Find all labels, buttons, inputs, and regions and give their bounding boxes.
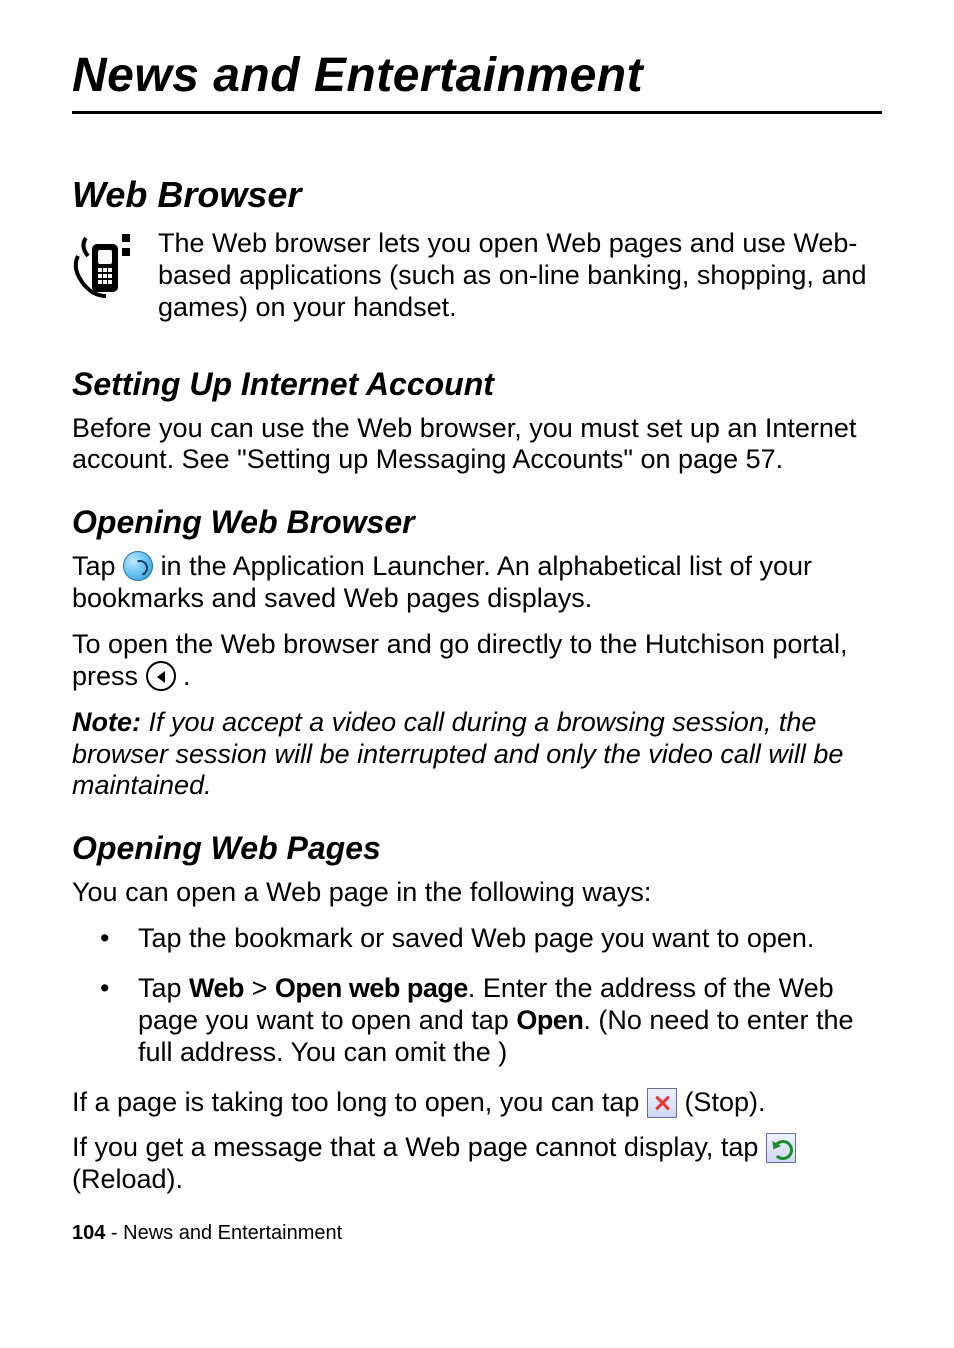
note-body: If you accept a video call during a brow… bbox=[72, 707, 843, 801]
text: . bbox=[183, 661, 191, 691]
opening-pages-reload: If you get a message that a Web page can… bbox=[72, 1132, 882, 1196]
shortcut-key-icon bbox=[146, 661, 176, 691]
page-number: 104 bbox=[72, 1222, 105, 1244]
heading-opening-pages: Opening Web Pages bbox=[72, 830, 882, 867]
opening-browser-p1: Tap in the Application Launcher. An alph… bbox=[72, 551, 882, 615]
menu-open-web-page-label: Open web page bbox=[275, 973, 468, 1003]
title-rule bbox=[72, 111, 882, 114]
text: ) bbox=[498, 1037, 507, 1067]
text: If a page is taking too long to open, yo… bbox=[72, 1087, 647, 1117]
opening-browser-p2: To open the Web browser and go directly … bbox=[72, 629, 882, 693]
reload-icon bbox=[766, 1133, 796, 1163]
opening-browser-note: Note: If you accept a video call during … bbox=[72, 707, 882, 803]
text: Tap bbox=[138, 973, 189, 1003]
heading-opening-browser: Opening Web Browser bbox=[72, 504, 882, 541]
list-item: Tap the bookmark or saved Web page you w… bbox=[132, 923, 882, 955]
opening-pages-list: Tap the bookmark or saved Web page you w… bbox=[72, 923, 882, 1068]
list-item: Tap Web > Open web page. Enter the addre… bbox=[132, 973, 882, 1069]
intro-row: The Web browser lets you open Web pages … bbox=[72, 222, 882, 338]
heading-web-browser: Web Browser bbox=[72, 174, 882, 216]
note-label: Note: bbox=[72, 707, 149, 737]
footer-chapter: News and Entertainment bbox=[123, 1222, 342, 1244]
setup-account-body: Before you can use the Web browser, you … bbox=[72, 413, 882, 477]
text: Tap bbox=[72, 551, 123, 581]
opening-pages-intro: You can open a Web page in the following… bbox=[72, 877, 882, 909]
text: Tap the bookmark or saved Web page you w… bbox=[138, 923, 814, 953]
stop-icon bbox=[647, 1088, 677, 1118]
text: in the Application Launcher. An alphabet… bbox=[72, 551, 812, 613]
text: (Reload). bbox=[72, 1164, 183, 1194]
text: If you get a message that a Web page can… bbox=[72, 1132, 766, 1162]
menu-web-label: Web bbox=[189, 973, 244, 1003]
text: (Stop). bbox=[684, 1087, 765, 1117]
button-open-label: Open bbox=[516, 1005, 583, 1035]
text: > bbox=[244, 973, 275, 1003]
heading-setup-account: Setting Up Internet Account bbox=[72, 366, 882, 403]
opening-pages-stop: If a page is taking too long to open, yo… bbox=[72, 1087, 882, 1119]
page: News and Entertainment Web Browser The W… bbox=[0, 0, 954, 1285]
web-browser-intro: The Web browser lets you open Web pages … bbox=[158, 228, 882, 324]
chapter-title: News and Entertainment bbox=[72, 48, 882, 103]
handset-icon bbox=[72, 226, 140, 308]
browser-launcher-icon bbox=[123, 551, 153, 581]
page-footer: 104 - News and Entertainment bbox=[72, 1222, 882, 1245]
footer-sep: - bbox=[105, 1222, 123, 1244]
